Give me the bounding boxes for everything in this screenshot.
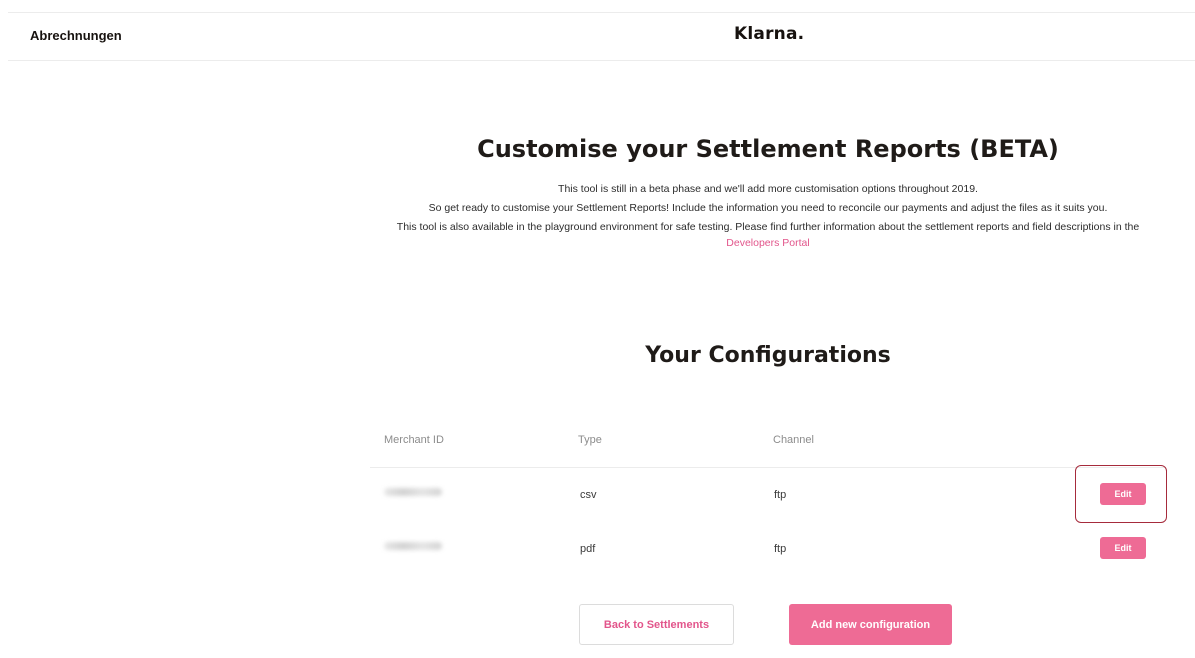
column-type: Type [578,434,602,446]
column-merchant-id: Merchant ID [384,434,444,446]
channel-cell: ftp [774,489,787,501]
edit-button[interactable]: Edit [1100,483,1146,505]
intro-text-customise: So get ready to customise your Settlemen… [428,202,1108,214]
page-title: Customise your Settlement Reports (BETA) [477,135,1059,163]
type-cell: csv [580,489,597,501]
table-header: Merchant ID Type Channel [370,424,1166,468]
back-to-settlements-button[interactable]: Back to Settlements [579,604,734,645]
intro-text-playground-body: This tool is also available in the playg… [396,221,1140,233]
add-new-configuration-button[interactable]: Add new configuration [789,604,952,645]
table-row: pdf ftp Edit [370,522,1166,576]
top-bar: Abrechnungen Klarna. [8,12,1195,61]
merchant-id-redacted [384,488,442,496]
app-title: Abrechnungen [30,28,122,43]
klarna-logo[interactable]: Klarna. [734,24,804,44]
configurations-table: Merchant ID Type Channel csv ftp Edit pd… [370,424,1167,576]
configurations-title: Your Configurations [645,343,891,368]
table-row: csv ftp Edit [370,465,1167,523]
developers-portal-link[interactable]: Developers Portal [726,237,809,249]
type-cell: pdf [580,543,596,555]
merchant-id-redacted [384,542,442,550]
intro-text-beta: This tool is still in a beta phase and w… [558,183,978,195]
intro-text-playground: This tool is also available in the playg… [370,219,1166,251]
settlement-config-page: Abrechnungen Klarna. Customise your Sett… [0,0,1195,658]
channel-cell: ftp [774,543,787,555]
edit-button[interactable]: Edit [1100,537,1146,559]
intro-section: Customise your Settlement Reports (BETA)… [370,128,1166,251]
column-channel: Channel [773,434,814,446]
